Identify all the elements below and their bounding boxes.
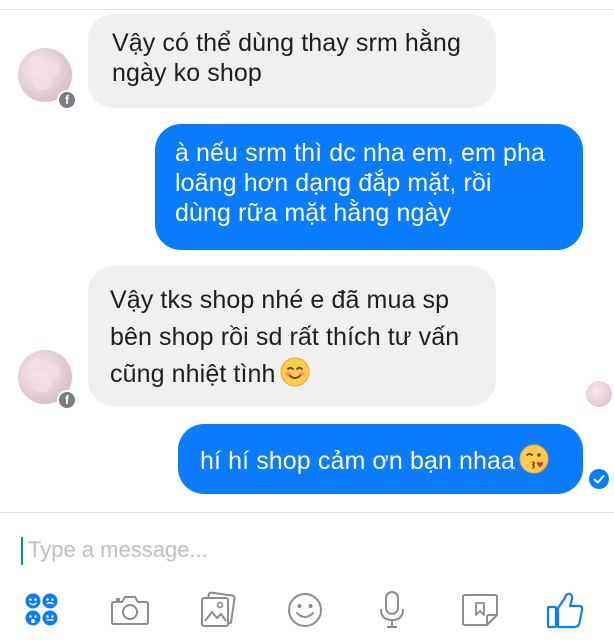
composer-divider <box>0 512 614 513</box>
face-blowing-kiss-icon <box>519 444 549 474</box>
outgoing-message-bubble[interactable]: hí hí shop cảm ơn bạn nhaa <box>178 424 583 494</box>
message-text: ngày ko shop <box>112 59 262 87</box>
incoming-message-bubble[interactable]: Vậy có thể dùng thay srm hằng ngày ko sh… <box>88 14 496 108</box>
message-text: cũng nhiệt tình <box>110 360 276 388</box>
incoming-message-bubble[interactable]: Vậy tks shop nhé e đã mua sp bên shop rồ… <box>88 266 496 406</box>
facebook-f-icon: f <box>57 90 77 110</box>
gallery-icon[interactable] <box>198 590 238 630</box>
message-text: à nếu srm thì dc nha em, em pha <box>175 139 545 167</box>
message-input[interactable] <box>28 534 588 566</box>
message-text-row: hí hí shop cảm ơn bạn nhaa <box>200 444 565 476</box>
message-text: loãng hơn dạng đắp mặt, rồi <box>175 169 492 197</box>
top-divider <box>0 0 614 10</box>
apps-icon[interactable] <box>22 590 62 630</box>
facebook-f-icon: f <box>57 390 77 410</box>
text-caret <box>21 537 23 565</box>
message-text: dùng rữa mặt hằng ngày <box>175 199 452 227</box>
seen-avatar <box>586 381 612 407</box>
like-icon[interactable] <box>545 590 585 630</box>
sticker-icon[interactable] <box>460 590 500 630</box>
microphone-icon[interactable] <box>372 590 412 630</box>
message-text: Vậy có thể dùng thay srm hằng <box>112 29 461 57</box>
message-text: Vậy tks shop nhé e đã mua sp <box>110 286 450 314</box>
check-circle-icon <box>589 469 609 489</box>
outgoing-message-bubble[interactable]: à nếu srm thì dc nha em, em pha loãng hơ… <box>155 124 583 250</box>
check-icon <box>593 475 605 484</box>
emoji-icon[interactable] <box>285 590 325 630</box>
message-text: bên shop rồi sd rất thích tư vấn <box>110 323 460 351</box>
message-text: hí hí shop cảm ơn bạn nhaa <box>200 447 516 475</box>
smiling-face-icon <box>280 357 310 387</box>
message-text-row: cũng nhiệt tình <box>110 356 476 393</box>
camera-icon[interactable] <box>110 590 150 630</box>
